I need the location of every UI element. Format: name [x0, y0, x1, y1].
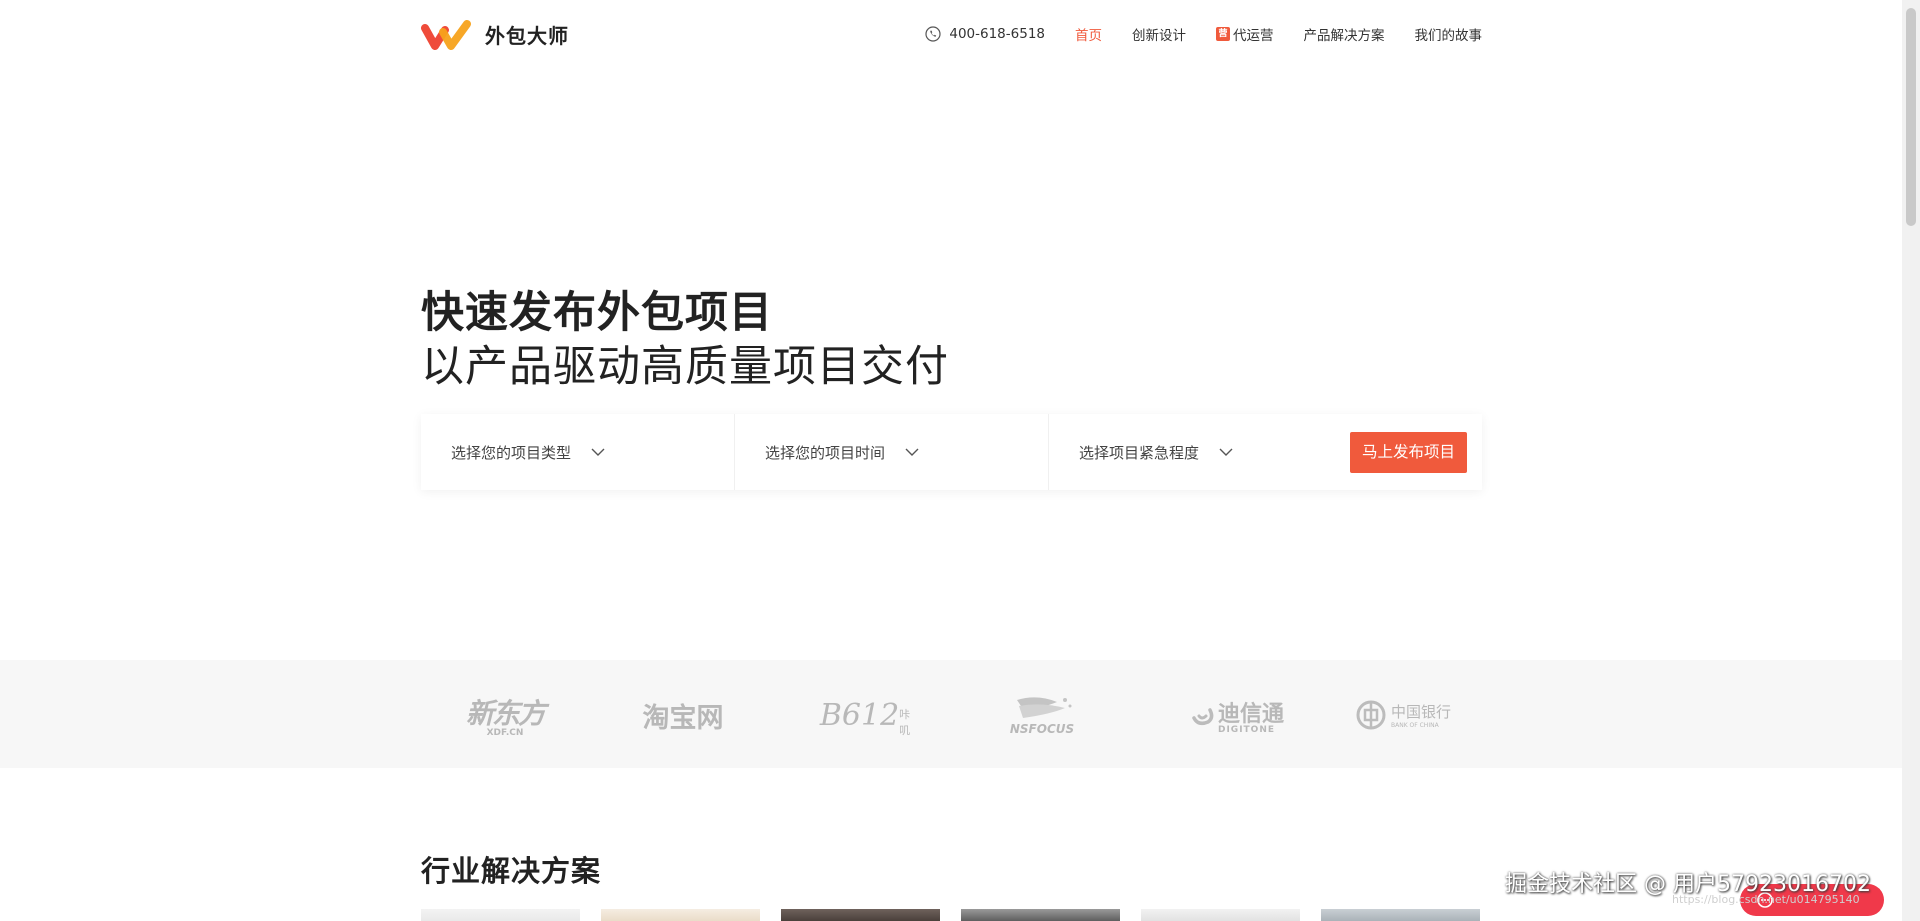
main-nav: 400-618-6518 首页 创新设计 营 代运营 产品解决方案 我们的故事 [925, 24, 1482, 44]
client-logo-b612-sub: 咔叽 [899, 708, 911, 737]
phone-icon [925, 26, 941, 42]
client-logo-nsfocus-text: NSFOCUS [1009, 722, 1075, 736]
client-logo-strip: 新东方 XDF.CN 淘宝网 B612 咔叽 NSFOCUS 迪信通 DIGIT… [0, 660, 1902, 768]
solution-thumbnail[interactable] [1321, 909, 1480, 921]
project-search-bar: 选择您的项目类型 选择您的项目时间 选择项目紧急程度 马上发布项目 [421, 414, 1482, 490]
page-scrollbar[interactable] [1902, 0, 1920, 921]
project-time-select[interactable]: 选择您的项目时间 [735, 414, 1049, 490]
client-logo-xdf: 新东方 XDF.CN [455, 685, 555, 745]
client-logo-b612: B612 咔叽 [820, 685, 910, 745]
solution-thumbnail[interactable] [1141, 909, 1300, 921]
nav-item-design-label: 创新设计 [1132, 28, 1186, 44]
brand-logo-icon [421, 20, 471, 50]
publish-project-button[interactable]: 马上发布项目 [1349, 432, 1467, 473]
client-logo-boc-sub: BANK OF CHINA [1390, 722, 1439, 729]
nav-phone[interactable]: 400-618-6518 [925, 26, 1045, 42]
solution-thumbnail[interactable] [421, 909, 580, 921]
nav-item-operations[interactable]: 营 代运营 [1216, 24, 1274, 44]
nav-item-design[interactable]: 创新设计 [1132, 24, 1186, 44]
watermark-text: 掘金技术社区 @ 用户5792301670​2 [1505, 872, 1871, 897]
operations-badge-icon: 营 [1216, 27, 1230, 41]
client-logo-boc-text: 中国银行 [1390, 703, 1451, 721]
solution-thumbnail[interactable] [781, 909, 940, 921]
project-time-label: 选择您的项目时间 [765, 443, 886, 462]
project-urgency-label: 选择项目紧急程度 [1079, 443, 1200, 462]
nsfocus-flag-icon [1017, 697, 1072, 718]
client-logo-digitone-text: 迪信通 [1217, 701, 1284, 727]
chevron-down-icon [905, 448, 919, 456]
client-logo-xdf-text: 新东方 [465, 697, 546, 730]
site-header: 外包大师 400-618-6518 首页 创新设计 营 代运营 产品解决方案 我… [0, 0, 1902, 70]
nav-item-home[interactable]: 首页 [1075, 24, 1102, 44]
chevron-down-icon [1219, 448, 1233, 456]
brand-logo[interactable]: 外包大师 [421, 18, 569, 51]
nav-item-story-label: 我们的故事 [1414, 28, 1483, 44]
industry-solutions-title: 行业解决方案 [421, 854, 602, 888]
client-logo-taobao-text: 淘宝网 [642, 702, 724, 734]
digitone-swirl-icon [1192, 708, 1214, 726]
brand-name: 外包大师 [485, 24, 569, 48]
scrollbar-thumb[interactable] [1906, 8, 1916, 226]
hero-title: 快速发布外包项目 [421, 288, 773, 338]
boc-emblem-icon [1356, 700, 1386, 730]
solution-thumbnail[interactable] [961, 909, 1120, 921]
solution-thumbnail[interactable] [601, 909, 760, 921]
client-logo-b612-text: B612 [819, 697, 900, 733]
nav-item-solutions[interactable]: 产品解决方案 [1304, 24, 1385, 44]
project-urgency-select[interactable]: 选择项目紧急程度 [1049, 414, 1363, 490]
chevron-down-icon [591, 448, 605, 456]
nav-item-operations-label: 代运营 [1233, 28, 1274, 44]
client-logo-digitone-sub: DIGITONE [1217, 724, 1276, 735]
phone-number: 400-618-6518 [949, 26, 1045, 42]
project-type-select[interactable]: 选择您的项目类型 [421, 414, 735, 490]
client-logo-boc: 中国银行 BANK OF CHINA [1342, 685, 1464, 745]
client-logo-digitone: 迪信通 DIGITONE [1172, 685, 1302, 745]
nav-item-home-label: 首页 [1075, 28, 1102, 44]
client-logo-taobao: 淘宝网 [628, 685, 738, 745]
nav-item-solutions-label: 产品解决方案 [1303, 28, 1385, 44]
hero-subtitle: 以产品驱动高质量项目交付 [421, 342, 949, 392]
client-logo-xdf-sub: XDF.CN [486, 728, 524, 738]
project-type-label: 选择您的项目类型 [451, 443, 572, 462]
client-logo-nsfocus: NSFOCUS [992, 685, 1092, 745]
nav-item-story[interactable]: 我们的故事 [1415, 24, 1483, 44]
